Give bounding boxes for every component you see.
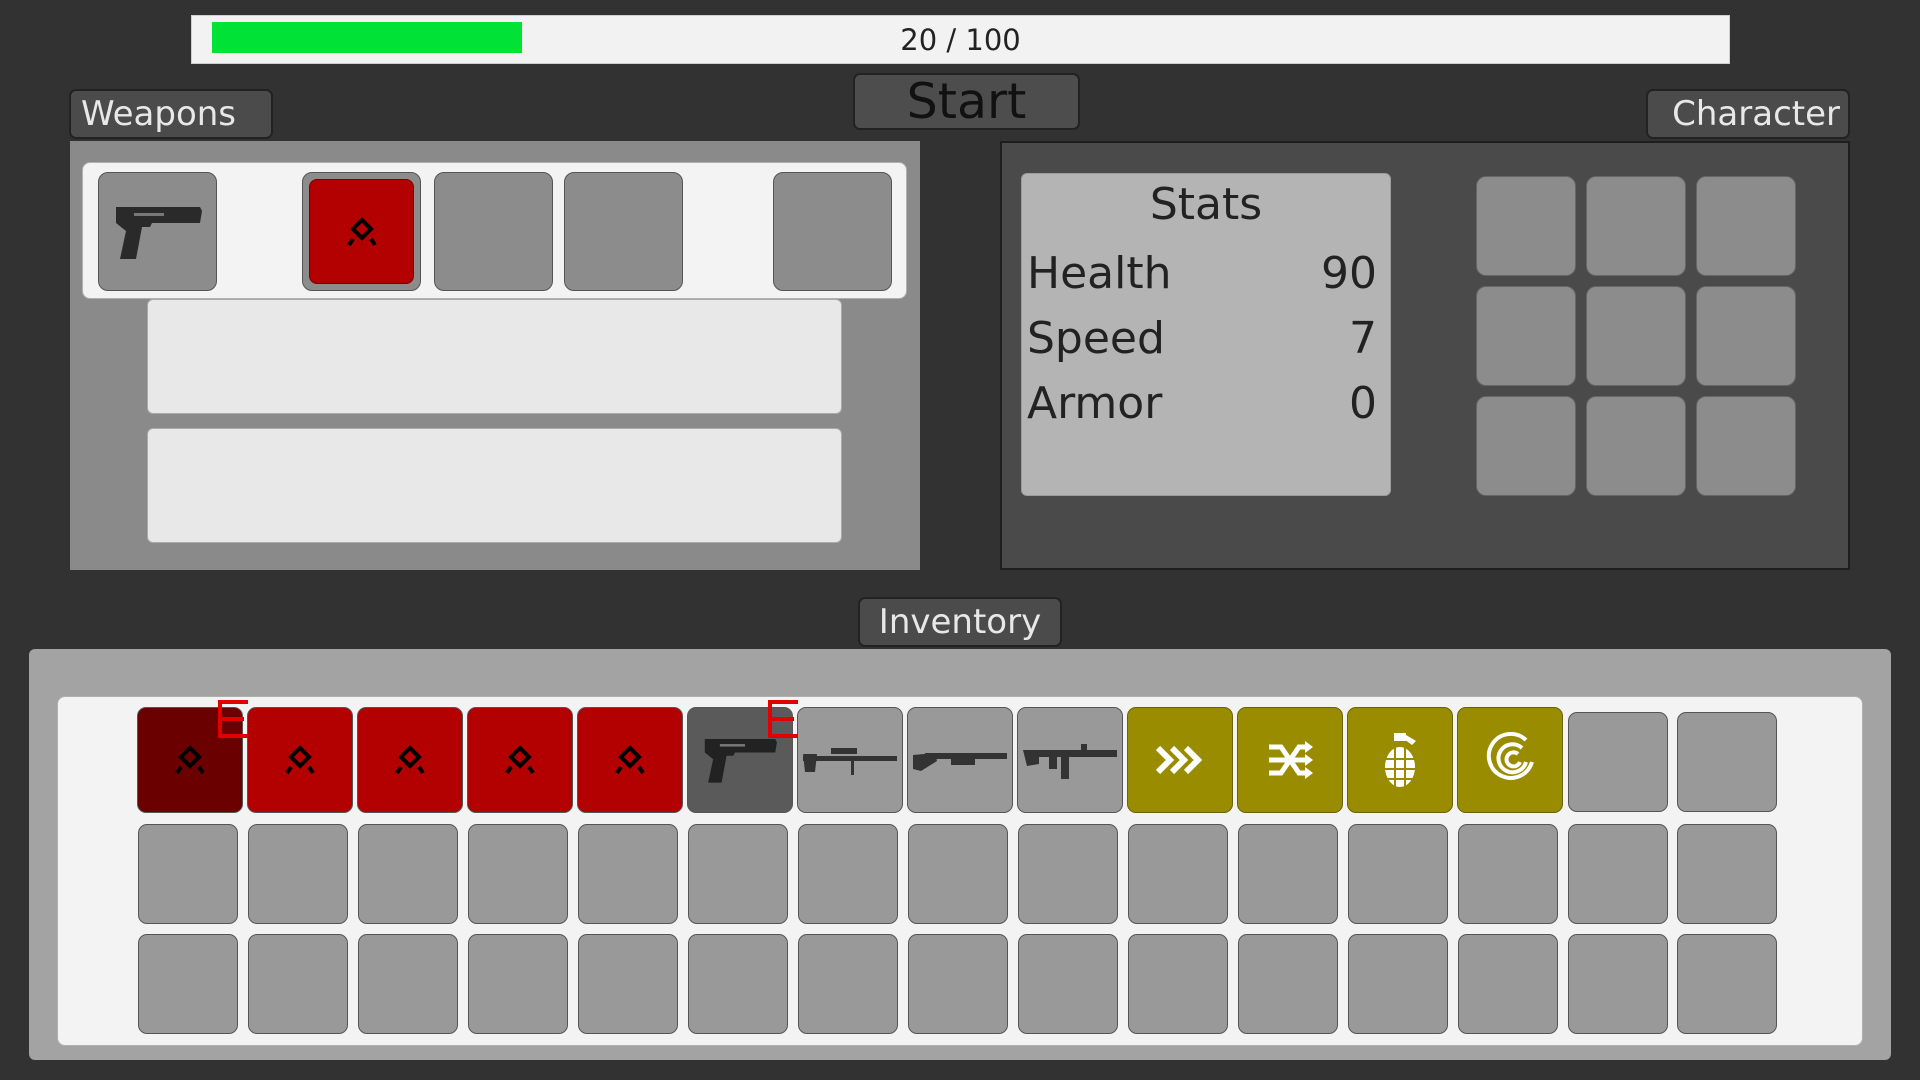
inventory-slot-empty[interactable] [1568,824,1668,924]
weapon-details-box [147,428,842,543]
inventory-slot-empty[interactable] [1238,934,1338,1034]
ring-rune-icon [346,216,377,247]
inventory-slot-empty[interactable] [1677,824,1777,924]
inventory-item[interactable] [1457,707,1563,813]
stat-label: Speed [1027,312,1165,364]
inventory-slot-empty[interactable] [248,824,348,924]
pistol-icon [701,734,779,786]
inventory-slot-empty[interactable] [1677,712,1777,812]
ring-rune-icon [395,745,425,775]
inventory-slot-empty[interactable] [578,824,678,924]
inventory-item[interactable] [797,707,903,813]
inventory-slot-empty[interactable] [1348,934,1448,1034]
stat-value: 7 [1349,312,1377,364]
weapon-slot-selected-inner [309,179,414,284]
sniper-rifle-icon [801,742,899,778]
inventory-slot-empty[interactable] [688,934,788,1034]
character-slot[interactable] [1586,286,1686,386]
inventory-slot-empty[interactable] [798,934,898,1034]
weapons-tab[interactable]: Weapons [69,89,273,139]
character-slot[interactable] [1476,396,1576,496]
inventory-item[interactable] [577,707,683,813]
hotkey-mark [218,700,248,738]
inventory-slot-empty[interactable] [1568,934,1668,1034]
stat-row-armor: Armor 0 [1027,372,1377,434]
shotgun-icon [911,745,1009,775]
shuffle-icon [1265,739,1315,781]
ring-rune-icon [175,745,205,775]
vortex-icon [1482,732,1538,788]
inventory-slot-empty[interactable] [1568,712,1668,812]
weapon-slot-empty[interactable] [434,172,553,291]
inventory-slot-empty[interactable] [248,934,348,1034]
stat-value: 90 [1321,247,1377,299]
inventory-slot-empty[interactable] [1458,934,1558,1034]
stat-row-speed: Speed 7 [1027,307,1377,369]
hotkey-mark [768,700,798,738]
weapon-slot-selected[interactable] [302,172,421,291]
inventory-slot-empty[interactable] [1128,824,1228,924]
stats-title: Stats [1149,178,1263,230]
assault-rifle-icon [1021,738,1119,782]
inventory-slot-empty[interactable] [798,824,898,924]
character-slot[interactable] [1586,396,1686,496]
stat-value: 0 [1349,377,1377,429]
inventory-item[interactable] [907,707,1013,813]
inventory-slot-empty[interactable] [908,934,1008,1034]
inventory-item[interactable] [1347,707,1453,813]
inventory-slot-empty[interactable] [358,824,458,924]
inventory-item[interactable] [1017,707,1123,813]
character-slot[interactable] [1696,396,1796,496]
pistol-icon [112,201,204,263]
inventory-slot-empty[interactable] [1128,934,1228,1034]
character-slot[interactable] [1586,176,1686,276]
inventory-slot-empty[interactable] [578,934,678,1034]
progress-bar: 20 / 100 [191,15,1730,64]
character-slot[interactable] [1476,286,1576,386]
inventory-slot-empty[interactable] [908,824,1008,924]
inventory-item[interactable] [467,707,573,813]
inventory-item[interactable] [247,707,353,813]
inventory-slot-empty[interactable] [138,824,238,924]
inventory-slot-empty[interactable] [358,934,458,1034]
inventory-slot-empty[interactable] [1348,824,1448,924]
inventory-item[interactable] [1237,707,1343,813]
inventory-item[interactable] [357,707,463,813]
character-slot[interactable] [1696,176,1796,276]
weapon-slot-pistol[interactable] [98,172,217,291]
inventory-slot-empty[interactable] [138,934,238,1034]
inventory-slot-empty[interactable] [688,824,788,924]
weapon-slot-empty[interactable] [564,172,683,291]
inventory-slot-empty[interactable] [1018,934,1118,1034]
ring-rune-icon [285,745,315,775]
weapon-slot-empty[interactable] [773,172,892,291]
weapon-description-box [147,299,842,414]
stat-row-health: Health 90 [1027,242,1377,304]
inventory-tab[interactable]: Inventory [858,597,1062,647]
speed-chevrons-icon [1154,742,1206,778]
stat-label: Armor [1027,377,1163,429]
stat-label: Health [1027,247,1172,299]
inventory-slot-empty[interactable] [1677,934,1777,1034]
inventory-slot-empty[interactable] [1238,824,1338,924]
start-button[interactable]: Start [853,73,1080,130]
inventory-slot-empty[interactable] [468,934,568,1034]
grenade-icon [1382,731,1418,789]
character-tab[interactable]: Character [1646,89,1850,139]
inventory-slot-empty[interactable] [468,824,568,924]
ring-rune-icon [505,745,535,775]
character-slot[interactable] [1476,176,1576,276]
ring-rune-icon [615,745,645,775]
inventory-slot-empty[interactable] [1458,824,1558,924]
character-slot[interactable] [1696,286,1796,386]
inventory-slot-empty[interactable] [1018,824,1118,924]
progress-text: 20 / 100 [900,22,1021,57]
inventory-item[interactable] [1127,707,1233,813]
